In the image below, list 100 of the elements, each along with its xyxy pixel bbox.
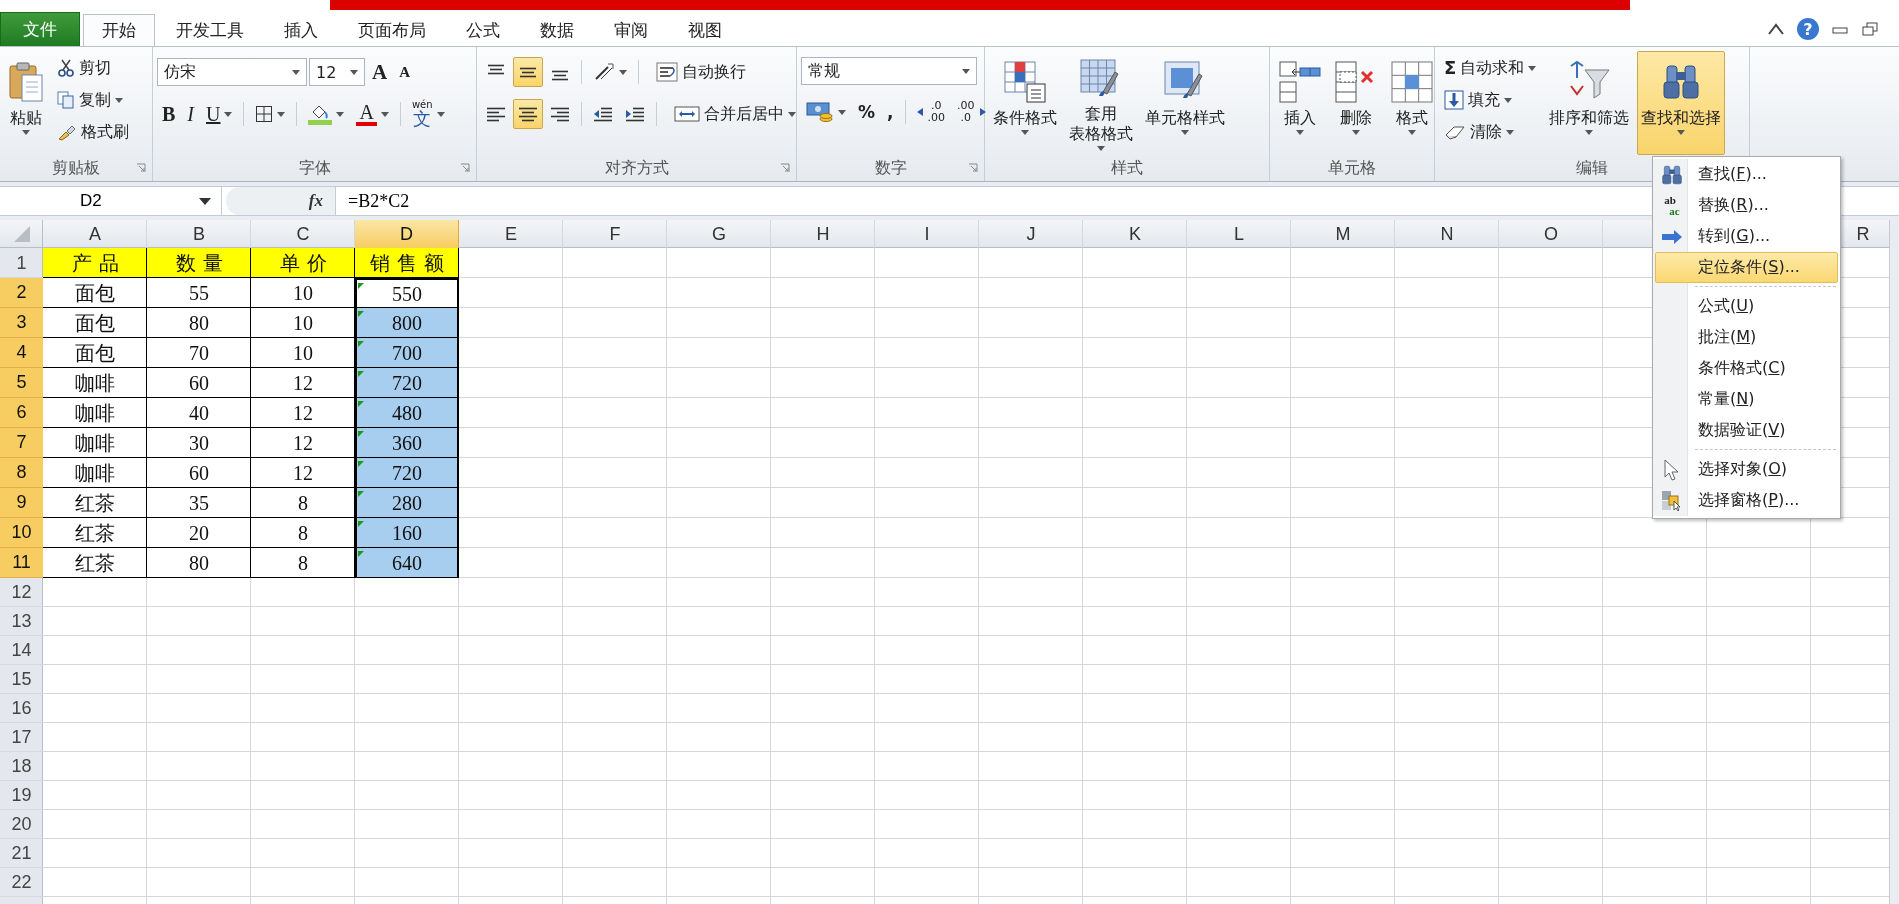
column-header[interactable]: H xyxy=(816,223,830,245)
row-header[interactable]: 22 xyxy=(11,872,32,893)
font-name-field[interactable]: 仿宋 xyxy=(157,58,307,86)
ribbon-button[interactable]: 条件格式 xyxy=(989,51,1061,155)
help-button[interactable]: ? xyxy=(1797,18,1819,40)
column-header[interactable]: R xyxy=(1856,223,1870,245)
toolbar-button[interactable]: .00 .0 xyxy=(952,97,991,127)
name-box[interactable]: D2 xyxy=(0,187,222,215)
column-header[interactable]: N xyxy=(1440,223,1454,245)
menu-item[interactable]: 数据验证(V) xyxy=(1655,415,1838,446)
row-header[interactable]: 12 xyxy=(11,582,32,603)
column-header[interactable]: O xyxy=(1544,223,1558,245)
vertical-scrollbar[interactable] xyxy=(1889,220,1899,904)
ribbon-tab[interactable]: 数据 xyxy=(521,14,593,46)
insert-function-button[interactable]: fx xyxy=(308,191,323,211)
row-header[interactable]: 21 xyxy=(11,843,32,864)
group-label: 单元格 xyxy=(1328,157,1376,179)
row-header[interactable]: 4 xyxy=(16,342,27,363)
row-header[interactable]: 15 xyxy=(11,669,32,690)
column-header[interactable]: A xyxy=(89,223,101,245)
ribbon-button[interactable]: 粘贴 xyxy=(4,51,48,155)
column-header[interactable]: M xyxy=(1335,223,1351,245)
menu-item[interactable]: 批注(M) xyxy=(1655,322,1838,353)
ribbon-button[interactable]: 单元格样式 xyxy=(1141,51,1229,155)
menu-item[interactable]: 定位条件(S)... xyxy=(1655,252,1838,283)
ribbon-tab[interactable]: 视图 xyxy=(669,14,741,46)
row-header[interactable]: 20 xyxy=(11,814,32,835)
table-cell: 10 xyxy=(251,308,355,338)
number-format-field[interactable]: 常规 xyxy=(801,57,977,85)
menu-item[interactable]: 转到(G)... xyxy=(1655,221,1838,252)
toolbar-button[interactable]: 自动换行 xyxy=(651,57,751,87)
row-header[interactable]: 9 xyxy=(16,492,27,513)
toolbar-button[interactable]: A xyxy=(351,99,394,129)
ribbon-tab[interactable]: 插入 xyxy=(265,14,337,46)
ribbon-tab[interactable]: 公式 xyxy=(447,14,519,46)
scissors-icon xyxy=(57,59,75,77)
row-header[interactable]: 13 xyxy=(11,611,32,632)
toolbar-button[interactable]: wén 文 xyxy=(406,99,450,129)
row-header[interactable]: 18 xyxy=(11,756,32,777)
ribbon-button[interactable]: 排序和筛选 xyxy=(1545,51,1634,155)
fill-down-icon xyxy=(1444,90,1464,110)
column-header[interactable]: I xyxy=(924,223,930,245)
ribbon-tab[interactable]: 文件 xyxy=(0,12,80,46)
ribbon-tab[interactable]: 审阅 xyxy=(595,14,667,46)
row-header[interactable]: 3 xyxy=(16,312,27,333)
ribbon-tab[interactable]: 开始 xyxy=(83,14,155,46)
ribbon-button[interactable]: 套用 表格格式 xyxy=(1065,51,1137,155)
toolbar-button[interactable]: A xyxy=(367,57,393,87)
row-header[interactable]: 14 xyxy=(11,640,32,661)
row-header[interactable]: 2 xyxy=(16,282,27,303)
formula-field[interactable]: =B2*C2 xyxy=(348,190,410,212)
menu-item[interactable]: 查找(F)... xyxy=(1655,159,1838,190)
column-header[interactable]: F xyxy=(609,223,621,245)
column-header[interactable]: G xyxy=(712,223,726,245)
row-header[interactable]: 19 xyxy=(11,785,32,806)
toolbar-button[interactable]: A xyxy=(394,57,415,87)
column-header[interactable]: B xyxy=(193,223,205,245)
ribbon-button[interactable]: 查找和选择 xyxy=(1637,51,1726,155)
toolbar-button[interactable]: % xyxy=(853,97,881,127)
toolbar-button[interactable]: I xyxy=(182,99,199,129)
menu-item[interactable]: 选择对象(O) xyxy=(1655,454,1838,485)
table-cell: 8 xyxy=(251,518,355,548)
row-header[interactable]: 8 xyxy=(16,462,27,483)
column-header[interactable]: J xyxy=(1026,223,1036,245)
font-size-field[interactable]: 12 xyxy=(309,58,365,86)
ribbon-tab[interactable]: 开发工具 xyxy=(157,14,263,46)
column-header[interactable]: C xyxy=(296,223,310,245)
menu-item[interactable]: 常量(N) xyxy=(1655,384,1838,415)
toolbar-button[interactable]: .0 .00 xyxy=(911,97,950,127)
row-header[interactable]: 5 xyxy=(16,372,27,393)
row-header[interactable]: 1 xyxy=(16,252,27,274)
column-header[interactable]: L xyxy=(1234,223,1244,245)
ribbon-tab[interactable]: 页面布局 xyxy=(339,14,445,46)
toolbar-button[interactable]: 剪切 xyxy=(52,53,134,83)
toolbar-button[interactable]: 复制 xyxy=(52,85,134,115)
toolbar-button[interactable]: 填充 xyxy=(1439,85,1542,115)
row-header[interactable]: 6 xyxy=(16,402,27,423)
toolbar-button[interactable] xyxy=(513,57,543,87)
column-header[interactable]: E xyxy=(505,223,517,245)
row-header[interactable]: 16 xyxy=(11,698,32,719)
toolbar-button[interactable]: 合并后居中 xyxy=(669,99,801,129)
menu-item[interactable]: 条件格式(C) xyxy=(1655,353,1838,384)
column-header[interactable]: K xyxy=(1129,223,1141,245)
menu-item[interactable]: 选择窗格(P)... xyxy=(1655,485,1838,516)
row-header[interactable]: 17 xyxy=(11,727,32,748)
toolbar-button[interactable]: 清除 xyxy=(1439,117,1542,147)
ribbon-button[interactable]: 删除 xyxy=(1330,51,1382,155)
toolbar-button[interactable]: , xyxy=(882,97,899,127)
ribbon-button[interactable]: 插入 xyxy=(1274,51,1326,155)
menu-item[interactable]: ab ac 替换(R)... xyxy=(1655,190,1838,221)
table-cell: 55 xyxy=(147,278,251,308)
toolbar-button[interactable]: Σ 自动求和 xyxy=(1439,53,1542,83)
toolbar-button[interactable]: U xyxy=(201,99,238,129)
column-header[interactable]: D xyxy=(400,223,413,245)
toolbar-button[interactable] xyxy=(513,99,543,129)
menu-item[interactable]: 公式(U) xyxy=(1655,291,1838,322)
toolbar-button[interactable]: 格式刷 xyxy=(52,117,134,147)
ribbon-button[interactable]: 格式 xyxy=(1386,51,1438,155)
toolbar-button[interactable]: B xyxy=(157,99,181,129)
row-header[interactable]: 7 xyxy=(16,432,27,453)
